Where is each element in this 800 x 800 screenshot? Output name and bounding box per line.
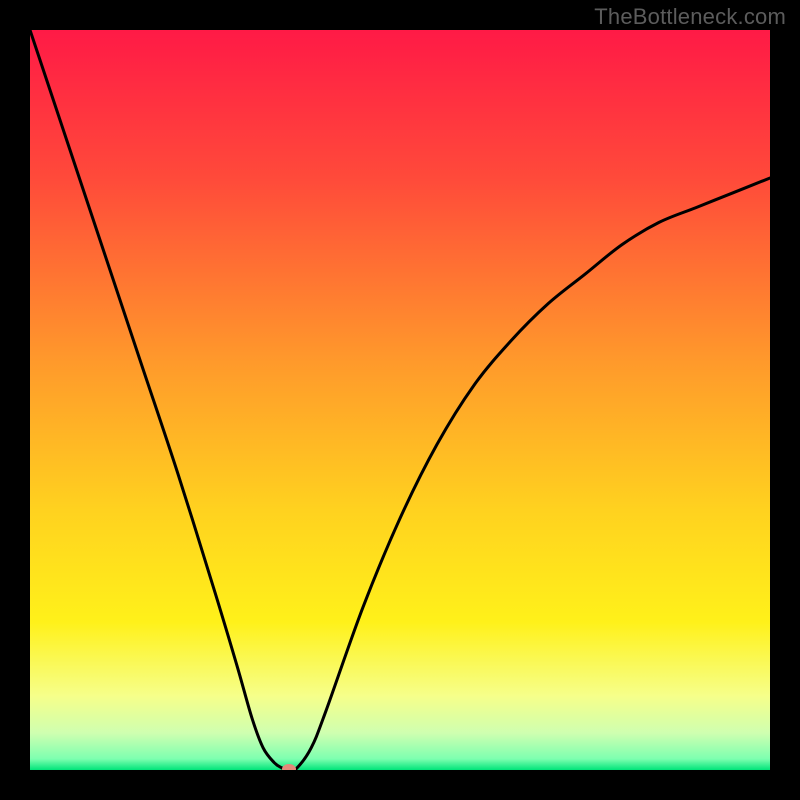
watermark-text: TheBottleneck.com [594, 4, 786, 30]
plot-area [30, 30, 770, 770]
plot-background [30, 30, 770, 770]
chart-svg [30, 30, 770, 770]
chart-frame: TheBottleneck.com [0, 0, 800, 800]
